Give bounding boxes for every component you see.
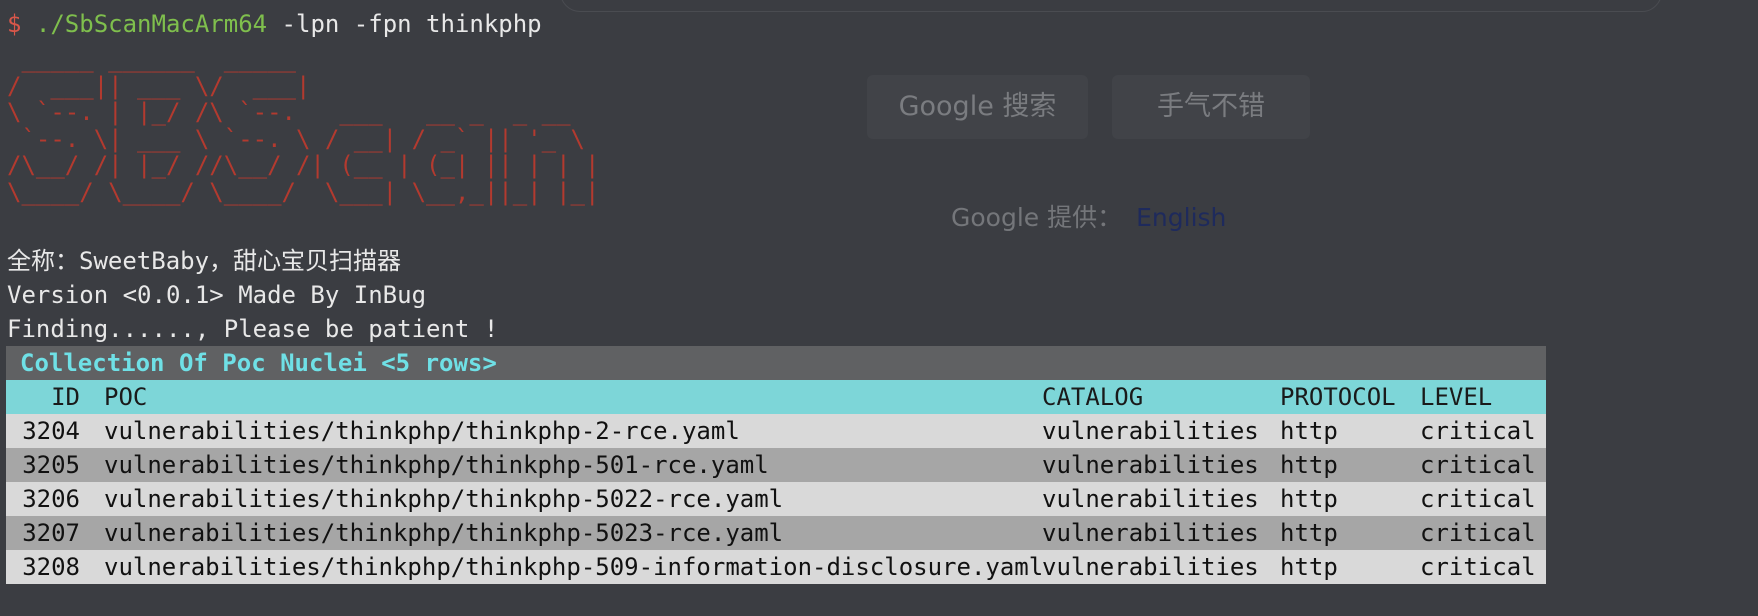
- cell-id: 3208: [22, 553, 80, 581]
- info-version: Version <0.0.1> Made By InBug: [7, 281, 427, 309]
- info-fullname: 全称：SweetBaby，甜心宝贝扫描器: [7, 247, 402, 275]
- header-id: ID: [51, 383, 80, 411]
- cell-poc: vulnerabilities/thinkphp/thinkphp-2-rce.…: [104, 417, 740, 445]
- header-protocol: PROTOCOL: [1280, 383, 1396, 411]
- cell-protocol: http: [1280, 553, 1338, 581]
- cell-level: critical: [1420, 451, 1536, 479]
- prompt-symbol: $: [7, 10, 22, 38]
- cell-id: 3207: [22, 519, 80, 547]
- cell-catalog: vulnerabilities: [1042, 553, 1259, 581]
- table-row: 3207 vulnerabilities/thinkphp/thinkphp-5…: [6, 516, 1546, 550]
- table-row: 3204 vulnerabilities/thinkphp/thinkphp-2…: [6, 414, 1546, 448]
- table-row: 3206 vulnerabilities/thinkphp/thinkphp-5…: [6, 482, 1546, 516]
- info-finding: Finding......, Please be patient !: [7, 315, 499, 343]
- cell-protocol: http: [1280, 417, 1338, 445]
- cell-catalog: vulnerabilities: [1042, 485, 1259, 513]
- poc-table: Collection Of Poc Nuclei <5 rows> ID POC…: [6, 346, 1546, 584]
- cell-id: 3205: [22, 451, 80, 479]
- table-header-row: ID POC CATALOG PROTOCOL LEVEL: [6, 380, 1546, 414]
- ascii-banner: _____ ______ _____ / ___|| ___ \/ ___| \…: [7, 45, 600, 206]
- command-line: $ ./SbScanMacArm64 -lpn -fpn thinkphp: [7, 7, 542, 41]
- cell-id: 3204: [22, 417, 80, 445]
- header-catalog: CATALOG: [1042, 383, 1144, 411]
- cell-level: critical: [1420, 519, 1536, 547]
- cell-level: critical: [1420, 417, 1536, 445]
- command-name: ./SbScanMacArm64: [35, 10, 268, 38]
- table-row: 3205 vulnerabilities/thinkphp/thinkphp-5…: [6, 448, 1546, 482]
- command-args: -lpn -fpn thinkphp: [267, 10, 542, 38]
- cell-catalog: vulnerabilities: [1042, 519, 1259, 547]
- cell-poc: vulnerabilities/thinkphp/thinkphp-501-rc…: [104, 451, 769, 479]
- cell-protocol: http: [1280, 451, 1338, 479]
- table-row: 3208 vulnerabilities/thinkphp/thinkphp-5…: [6, 550, 1546, 584]
- cell-protocol: http: [1280, 519, 1338, 547]
- header-level: LEVEL: [1420, 383, 1493, 411]
- cell-catalog: vulnerabilities: [1042, 451, 1259, 479]
- terminal-window[interactable]: $ ./SbScanMacArm64 -lpn -fpn thinkphp __…: [0, 0, 1758, 616]
- cell-poc: vulnerabilities/thinkphp/thinkphp-5023-r…: [104, 519, 784, 547]
- cell-protocol: http: [1280, 485, 1338, 513]
- cell-id: 3206: [22, 485, 80, 513]
- cell-poc: vulnerabilities/thinkphp/thinkphp-5022-r…: [104, 485, 784, 513]
- cell-level: critical: [1420, 485, 1536, 513]
- header-poc: POC: [104, 383, 148, 411]
- cell-catalog: vulnerabilities: [1042, 417, 1259, 445]
- cell-level: critical: [1420, 553, 1536, 581]
- table-title: Collection Of Poc Nuclei <5 rows>: [6, 346, 1546, 380]
- cell-poc: vulnerabilities/thinkphp/thinkphp-509-in…: [104, 553, 1044, 581]
